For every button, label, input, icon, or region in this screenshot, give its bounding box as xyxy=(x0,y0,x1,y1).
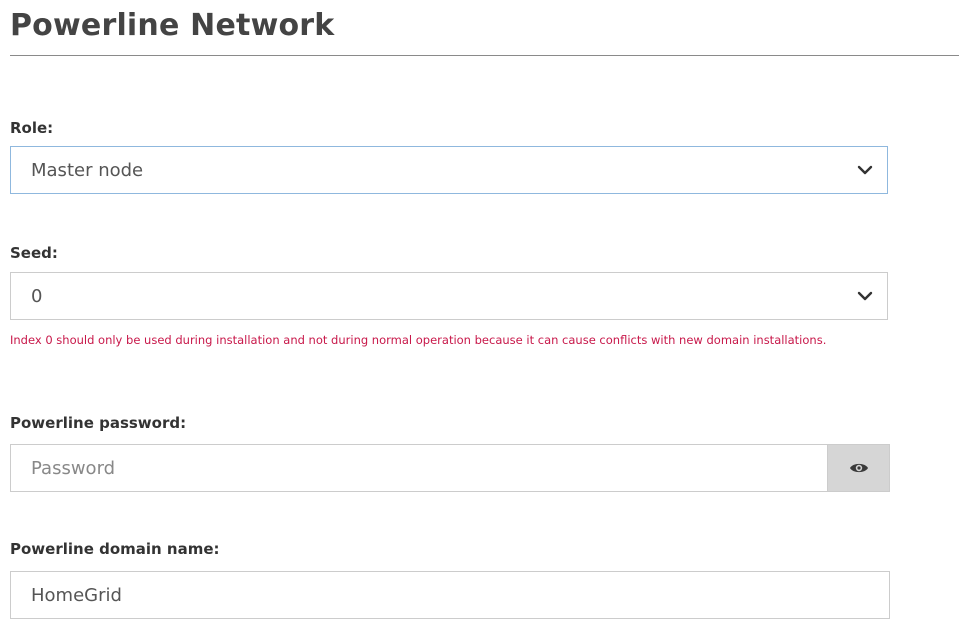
role-label: Role: xyxy=(10,119,54,137)
seed-select[interactable]: 0 xyxy=(10,272,888,320)
show-password-button[interactable] xyxy=(827,445,889,491)
title-divider xyxy=(10,55,959,56)
password-label: Powerline password: xyxy=(10,414,187,432)
chevron-down-icon xyxy=(843,147,887,193)
domain-name-label: Powerline domain name: xyxy=(10,540,220,558)
seed-selected-value: 0 xyxy=(31,285,43,307)
password-field-group xyxy=(10,444,890,492)
domain-name-field-group xyxy=(10,571,890,619)
eye-icon xyxy=(849,461,869,475)
role-selected-value: Master node xyxy=(31,159,144,181)
password-input[interactable] xyxy=(11,445,827,491)
page-title: Powerline Network xyxy=(10,8,335,43)
domain-name-input[interactable] xyxy=(11,572,889,618)
chevron-down-icon xyxy=(843,273,887,319)
seed-warning-text: Index 0 should only be used during insta… xyxy=(10,333,827,347)
seed-label: Seed: xyxy=(10,244,58,262)
role-select[interactable]: Master node xyxy=(10,146,888,194)
